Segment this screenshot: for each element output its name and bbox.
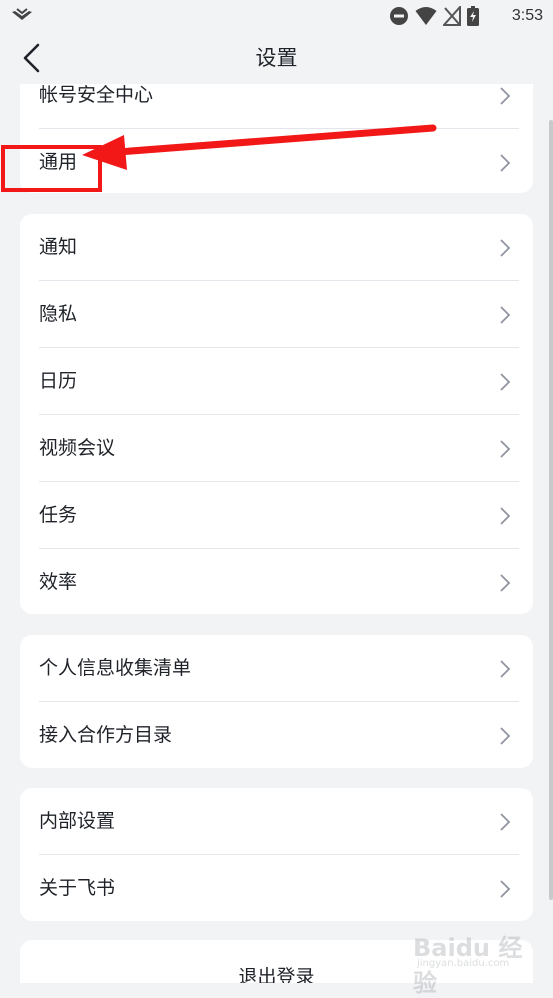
chevron-right-icon xyxy=(500,373,511,391)
nav-bar: 设置 xyxy=(0,32,553,84)
chevron-right-icon xyxy=(500,306,511,324)
settings-item-privacy[interactable]: 隐私 xyxy=(20,281,533,348)
do-not-disturb-icon xyxy=(390,7,408,25)
app-notification-icon xyxy=(12,8,32,20)
settings-item-label: 任务 xyxy=(39,504,78,526)
wifi-icon xyxy=(415,7,437,25)
settings-item-personal-info-list[interactable]: 个人信息收集清单 xyxy=(20,635,533,702)
settings-item-label: 个人信息收集清单 xyxy=(39,657,192,679)
settings-item-label: 帐号安全中心 xyxy=(39,84,154,106)
settings-item-notifications[interactable]: 通知 xyxy=(20,214,533,281)
chevron-right-icon xyxy=(500,507,511,525)
settings-item-account-security[interactable]: 帐号安全中心 xyxy=(20,84,533,129)
settings-item-label: 通知 xyxy=(39,236,78,258)
settings-item-internal-settings[interactable]: 内部设置 xyxy=(20,788,533,855)
settings-item-label: 接入合作方目录 xyxy=(39,724,173,746)
settings-item-label: 视频会议 xyxy=(39,437,116,459)
no-signal-icon xyxy=(443,6,461,26)
settings-item-label: 关于飞书 xyxy=(39,877,116,899)
status-icons xyxy=(389,5,479,27)
chevron-right-icon xyxy=(500,574,511,592)
settings-group-about: 内部设置 关于飞书 xyxy=(20,788,533,921)
settings-item-partner-directory[interactable]: 接入合作方目录 xyxy=(20,702,533,768)
battery-charging-icon xyxy=(467,6,479,26)
chevron-right-icon xyxy=(500,154,511,172)
scrollbar[interactable] xyxy=(549,120,553,900)
annotation-highlight-box xyxy=(1,145,102,192)
watermark-subtext: jingyan.baidu.com xyxy=(417,958,510,969)
page-title: 设置 xyxy=(255,46,298,70)
settings-item-label: 日历 xyxy=(39,370,78,392)
chevron-right-icon xyxy=(500,660,511,678)
status-time: 3:53 xyxy=(511,7,543,24)
chevron-right-icon xyxy=(500,87,511,105)
chevron-right-icon xyxy=(500,239,511,257)
settings-item-tasks[interactable]: 任务 xyxy=(20,482,533,549)
baidu-watermark: Baidu 经验 jingyan.baidu.com xyxy=(413,928,523,997)
chevron-right-icon xyxy=(500,440,511,458)
settings-item-about[interactable]: 关于飞书 xyxy=(20,855,533,921)
chevron-right-icon xyxy=(500,813,511,831)
settings-item-video-meeting[interactable]: 视频会议 xyxy=(20,415,533,482)
settings-item-label: 内部设置 xyxy=(39,810,116,832)
settings-item-calendar[interactable]: 日历 xyxy=(20,348,533,415)
chevron-right-icon xyxy=(500,727,511,745)
settings-group-info: 个人信息收集清单 接入合作方目录 xyxy=(20,635,533,768)
settings-group-features: 通知 隐私 日历 视频会议 任务 效率 xyxy=(20,214,533,614)
settings-item-label: 效率 xyxy=(39,571,78,593)
status-bar: 3:53 xyxy=(0,0,553,32)
settings-list[interactable]: 帐号安全中心 通用 通知 隐私 日历 视频会议 任务 效率 个人信息收集清单 接… xyxy=(0,84,553,983)
settings-item-label: 隐私 xyxy=(39,303,78,325)
chevron-right-icon xyxy=(500,880,511,898)
settings-item-efficiency[interactable]: 效率 xyxy=(20,549,533,614)
